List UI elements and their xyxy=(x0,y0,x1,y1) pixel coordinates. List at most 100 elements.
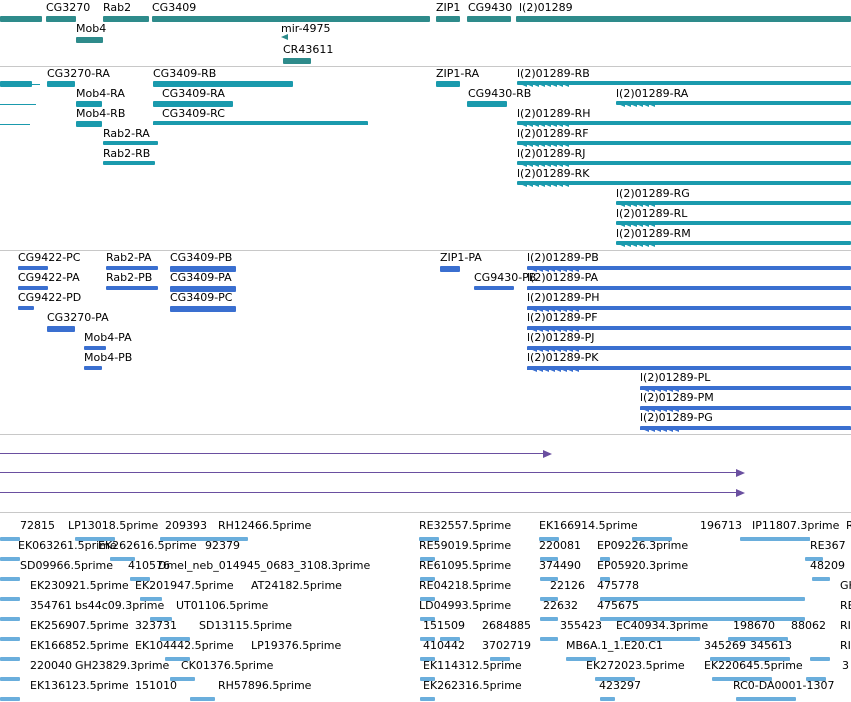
feature-block[interactable] xyxy=(516,16,851,22)
feature-block[interactable] xyxy=(84,366,102,370)
track-label[interactable]: CG9422-PA xyxy=(18,272,80,284)
feature-block[interactable] xyxy=(130,577,150,581)
feature-block[interactable] xyxy=(632,537,672,541)
track-label[interactable]: l(2)01289-PJ xyxy=(527,332,594,344)
track-label[interactable]: LP19376.5prime xyxy=(251,640,341,652)
track-label[interactable]: CK01376.5prime xyxy=(181,660,273,672)
feature-block[interactable] xyxy=(600,597,805,601)
track-label[interactable]: l(2)01289-RK xyxy=(517,168,589,180)
track-label[interactable]: LD04993.5prime xyxy=(419,600,511,612)
feature-block[interactable] xyxy=(170,306,236,312)
track-label[interactable]: CG9422-PD xyxy=(18,292,81,304)
track-label[interactable]: 345269 xyxy=(704,640,746,652)
feature-block[interactable] xyxy=(540,577,558,581)
feature-block[interactable] xyxy=(812,577,830,581)
track-label[interactable]: ZIP1 xyxy=(436,2,460,14)
feature-block[interactable] xyxy=(728,637,788,641)
track-label[interactable]: RE61095.5prime xyxy=(419,560,511,572)
track-label[interactable]: Mob4-RA xyxy=(76,88,125,100)
feature-block[interactable] xyxy=(47,81,75,87)
track-label[interactable]: 72815 xyxy=(20,520,55,532)
track-label[interactable]: SD13115.5prime xyxy=(199,620,292,632)
track-label[interactable]: CG9430 xyxy=(468,2,512,14)
feature-block[interactable] xyxy=(420,677,435,681)
feature-block[interactable] xyxy=(600,617,805,621)
track-label[interactable]: 354761 xyxy=(30,600,72,612)
feature-block[interactable] xyxy=(420,557,435,561)
track-label[interactable]: l(2)01289-PL xyxy=(640,372,710,384)
track-label[interactable]: CG3270 xyxy=(46,2,90,14)
track-label[interactable]: 92379 xyxy=(205,540,240,552)
track-label[interactable]: GH xyxy=(840,580,851,592)
track-label[interactable]: l(2)01289-RM xyxy=(616,228,691,240)
feature-block[interactable] xyxy=(103,161,155,165)
track-label[interactable]: CG3409-RC xyxy=(162,108,225,120)
feature-block[interactable] xyxy=(436,81,460,87)
track-label[interactable]: l(2)01289-RB xyxy=(517,68,590,80)
track-label[interactable]: CR43611 xyxy=(283,44,333,56)
track-label[interactable]: 355423 xyxy=(560,620,602,632)
feature-block[interactable] xyxy=(18,306,34,310)
track-label[interactable]: Mob4-PA xyxy=(84,332,132,344)
feature-block[interactable] xyxy=(0,577,20,581)
feature-block[interactable] xyxy=(46,16,76,22)
track-label[interactable]: RC0-DA0001-1307 xyxy=(733,680,835,692)
feature-block[interactable] xyxy=(76,37,103,43)
feature-block[interactable] xyxy=(440,266,460,272)
feature-block[interactable] xyxy=(420,697,435,701)
track-label[interactable]: mir-4975 xyxy=(281,23,331,35)
track-label[interactable]: 475675 xyxy=(597,600,639,612)
track-label[interactable]: l(2)01289-RA xyxy=(616,88,688,100)
feature-block[interactable] xyxy=(490,657,510,661)
feature-block[interactable] xyxy=(620,637,700,641)
track-label[interactable]: l(2)01289-RL xyxy=(616,208,687,220)
feature-block[interactable] xyxy=(810,657,830,661)
track-label[interactable]: Dmel_neb_014945_0683_3108.3prime xyxy=(158,560,370,572)
track-label[interactable]: Rab2-RA xyxy=(103,128,150,140)
track-label[interactable]: Rab2 xyxy=(103,2,131,14)
track-label[interactable]: EK262616.5prime xyxy=(98,540,197,552)
track-label[interactable]: AT24182.5prime xyxy=(251,580,342,592)
feature-block[interactable] xyxy=(84,346,106,350)
track-label[interactable]: 151010 xyxy=(135,680,177,692)
feature-block[interactable] xyxy=(540,637,558,641)
track-label[interactable]: CG3270-PA xyxy=(47,312,109,324)
feature-block[interactable] xyxy=(420,597,435,601)
track-label[interactable]: EK230921.5prime xyxy=(30,580,129,592)
track-label[interactable]: 151509 xyxy=(423,620,465,632)
track-label[interactable]: RE04218.5prime xyxy=(419,580,511,592)
track-label[interactable]: EP05920.3prime xyxy=(597,560,688,572)
feature-block[interactable] xyxy=(540,557,558,561)
feature-block[interactable] xyxy=(540,617,558,621)
feature-block[interactable] xyxy=(600,697,615,701)
feature-block[interactable] xyxy=(106,266,158,270)
feature-block[interactable] xyxy=(420,577,435,581)
feature-block[interactable] xyxy=(106,286,158,290)
track-label[interactable]: RH57896.5prime xyxy=(218,680,311,692)
track-label[interactable]: CG9430-RB xyxy=(468,88,531,100)
feature-block[interactable] xyxy=(0,597,20,601)
track-label[interactable]: Mob4 xyxy=(76,23,106,35)
track-label[interactable]: R xyxy=(846,520,851,532)
feature-block[interactable] xyxy=(600,557,610,561)
track-label[interactable]: Rab2-PB xyxy=(106,272,152,284)
track-label[interactable]: l(2)01289-PH xyxy=(527,292,600,304)
feature-block[interactable] xyxy=(436,16,460,22)
track-label[interactable]: GH23829.3prime xyxy=(75,660,169,672)
feature-block[interactable] xyxy=(440,637,460,641)
track-label[interactable]: 196713 xyxy=(700,520,742,532)
feature-block[interactable] xyxy=(0,677,20,681)
track-label[interactable]: l(2)01289 xyxy=(519,2,573,14)
track-label[interactable]: EK166914.5prime xyxy=(539,520,638,532)
feature-block[interactable] xyxy=(75,537,115,541)
feature-block[interactable] xyxy=(712,677,772,681)
track-label[interactable]: l(2)01289-PA xyxy=(527,272,598,284)
track-label[interactable]: l(2)01289-PB xyxy=(527,252,599,264)
feature-block[interactable] xyxy=(419,537,439,541)
feature-block[interactable] xyxy=(420,637,435,641)
feature-block[interactable] xyxy=(805,557,823,561)
feature-block[interactable] xyxy=(150,617,172,621)
track-label[interactable]: 3702719 xyxy=(482,640,531,652)
feature-block[interactable] xyxy=(0,637,20,641)
feature-block[interactable] xyxy=(710,657,790,661)
